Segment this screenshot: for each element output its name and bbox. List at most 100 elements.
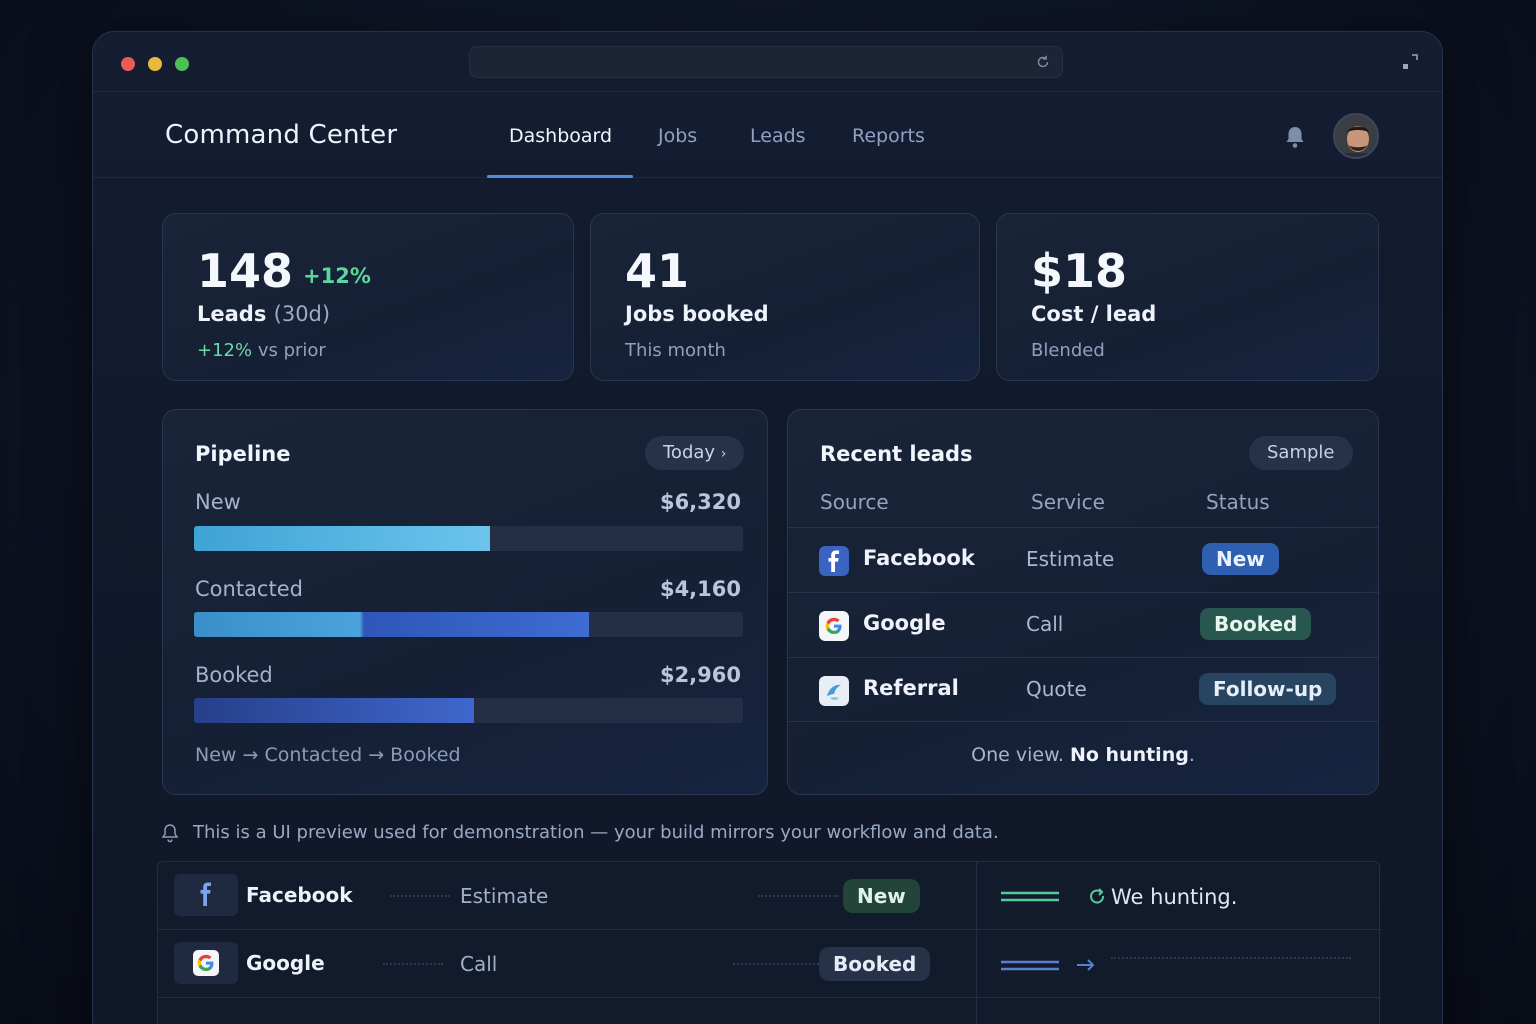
reload-icon[interactable]	[1034, 53, 1052, 71]
table-row[interactable]: Google Call Booked	[158, 930, 976, 998]
flow-step-new: New	[195, 744, 237, 766]
status-badge: New	[1202, 543, 1279, 575]
side-status-text: We hunting.	[1111, 885, 1238, 909]
tagline-suffix: .	[1188, 744, 1195, 766]
user-avatar[interactable]	[1333, 113, 1379, 159]
flow-step-booked: Booked	[390, 744, 461, 766]
stage-bar-fill-new	[194, 526, 491, 551]
column-header-source: Source	[820, 490, 889, 514]
bell-outline-icon	[161, 824, 179, 843]
cost-per-lead: $18	[1031, 244, 1128, 298]
google-icon	[174, 942, 238, 984]
leads-delta: +12%	[303, 264, 371, 288]
tagline-emphasis: No hunting	[1069, 744, 1189, 766]
minimize-window-button[interactable]	[148, 57, 162, 71]
pipeline-panel: Pipeline Today › New $6,320 Contacted $4…	[162, 409, 768, 795]
stage-label-new: New	[195, 490, 241, 514]
row-dots-divider	[1111, 957, 1351, 959]
row-source: Google	[246, 951, 325, 975]
sample-badge: Sample	[1249, 436, 1353, 470]
tagline-prefix: One view.	[971, 744, 1064, 766]
pipeline-range-button[interactable]: Today ›	[645, 436, 745, 470]
arrow-right-icon: →	[368, 744, 385, 766]
demo-notice: This is a UI preview used for demonstrat…	[193, 822, 999, 843]
stage-value-contacted: $4,160	[659, 577, 741, 601]
stage-value-new: $6,320	[659, 490, 741, 514]
jobs-count: 41	[625, 244, 690, 298]
avatar-face-icon	[1335, 115, 1377, 157]
referral-icon	[819, 676, 849, 706]
facebook-icon	[819, 546, 849, 576]
bottom-leads-table: Facebook Estimate New Google Call Booked	[157, 861, 1381, 1024]
bottom-side-panel: We hunting.	[976, 862, 1381, 1024]
tab-dashboard[interactable]: Dashboard	[509, 125, 612, 147]
stage-bar-contacted	[194, 612, 743, 637]
stat-card-cost: $18 Cost / lead Blended	[996, 213, 1379, 381]
app-title: Command Center	[165, 120, 398, 150]
google-icon	[819, 611, 849, 641]
lead-row[interactable]: Referral Quote Follow-up	[788, 657, 1378, 722]
row-service: Call	[460, 952, 498, 976]
status-badge: Follow-up	[1199, 673, 1337, 705]
expand-icon[interactable]	[1400, 52, 1420, 72]
column-header-service: Service	[1031, 490, 1105, 514]
forward-arrow-icon	[1001, 959, 1095, 971]
leads-label-text: Leads	[197, 302, 267, 326]
side-row	[977, 930, 1381, 998]
tab-jobs[interactable]: Jobs	[658, 125, 697, 147]
leads-label: Leads (30d)	[197, 302, 330, 326]
jobs-period: This month	[625, 340, 726, 361]
tab-reports[interactable]: Reports	[852, 125, 925, 147]
leads-label-period: (30d)	[273, 302, 331, 326]
row-dots-divider	[383, 963, 443, 965]
column-header-status: Status	[1206, 490, 1270, 514]
tab-leads[interactable]: Leads	[750, 125, 806, 147]
leads-comparison-text: vs prior	[257, 340, 326, 361]
active-tab-indicator	[487, 175, 633, 178]
lead-service: Call	[1026, 612, 1064, 636]
status-badge: Booked	[1200, 608, 1312, 640]
lead-source: Google	[863, 611, 946, 635]
row-source: Facebook	[246, 883, 353, 907]
table-divider	[788, 721, 1378, 722]
stage-value-booked: $2,960	[659, 663, 741, 687]
stage-bar-booked	[194, 698, 743, 723]
stage-label-booked: Booked	[195, 663, 273, 687]
leads-comparison: +12% vs prior	[197, 340, 326, 361]
table-row[interactable]: Facebook Estimate New	[158, 862, 976, 930]
top-navigation: Command Center Dashboard Jobs Leads Repo…	[93, 92, 1442, 178]
row-dots-divider	[733, 963, 823, 965]
stage-bar-fill-booked	[194, 698, 474, 723]
recent-leads-panel: Recent leads Sample Source Service Statu…	[787, 409, 1379, 795]
facebook-icon	[174, 874, 238, 916]
pipeline-range-label: Today	[663, 442, 716, 463]
row-dots-divider	[758, 895, 838, 897]
lead-row[interactable]: Facebook Estimate New	[788, 527, 1378, 592]
app-window: Command Center Dashboard Jobs Leads Repo…	[92, 31, 1443, 1024]
window-chrome	[93, 32, 1442, 92]
lead-service: Estimate	[1026, 547, 1115, 571]
recent-leads-tagline: One view. No hunting.	[788, 744, 1378, 766]
status-badge: New	[843, 879, 920, 913]
pipeline-flow-caption: New → Contacted → Booked	[195, 744, 461, 766]
notifications-bell-icon[interactable]	[1283, 124, 1307, 150]
close-window-button[interactable]	[121, 57, 135, 71]
stat-card-jobs: 41 Jobs booked This month	[590, 213, 980, 381]
stage-bar-new	[194, 526, 743, 551]
status-badge: Booked	[819, 947, 931, 981]
arrow-right-icon: →	[242, 744, 259, 766]
recent-leads-title: Recent leads	[820, 442, 973, 466]
jobs-label: Jobs booked	[625, 302, 769, 326]
stat-card-leads: 148 +12% Leads (30d) +12% vs prior	[162, 213, 574, 381]
lead-row[interactable]: Google Call Booked	[788, 592, 1378, 657]
stage-bar-fill-contacted	[194, 612, 590, 637]
lead-service: Quote	[1026, 677, 1087, 701]
maximize-window-button[interactable]	[175, 57, 189, 71]
leads-comparison-delta: +12%	[197, 340, 253, 361]
flow-step-contacted: Contacted	[264, 744, 363, 766]
side-row: We hunting.	[977, 862, 1381, 930]
pipeline-title: Pipeline	[195, 442, 291, 466]
stage-label-contacted: Contacted	[195, 577, 303, 601]
address-bar[interactable]	[469, 46, 1063, 78]
row-service: Estimate	[460, 884, 549, 908]
